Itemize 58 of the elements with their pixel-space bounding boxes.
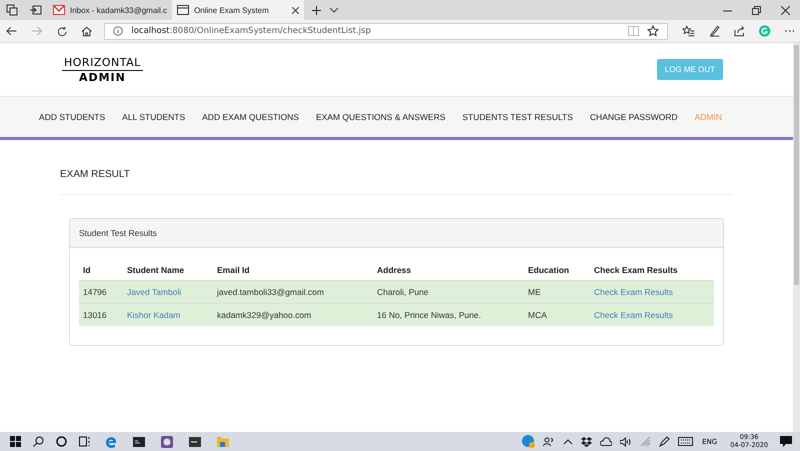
- logo-text: HORIZONTAL: [62, 56, 143, 70]
- windows-start-icon[interactable]: [10, 436, 21, 447]
- notifications-icon[interactable]: [780, 436, 792, 448]
- chevron-down-icon[interactable]: [328, 7, 339, 13]
- table-cell: kadamk329@yahoo.com: [213, 304, 373, 326]
- table-cell: 14796: [79, 280, 123, 304]
- info-icon: [113, 26, 124, 36]
- help-icon[interactable]: [522, 435, 536, 448]
- table-cell: 13016: [79, 304, 123, 326]
- close-icon[interactable]: [781, 6, 790, 14]
- pen-icon[interactable]: [659, 436, 670, 447]
- browser-tab[interactable]: Online Exam System: [172, 0, 304, 20]
- task-view-icon[interactable]: [79, 436, 91, 447]
- address-bar[interactable]: localhost:8080/OnlineExamSystem/checkStudentList.jsp: [104, 22, 668, 40]
- keyboard-icon[interactable]: [678, 437, 694, 446]
- table-cell: javed.tamboli33@gmail.com: [213, 280, 373, 304]
- scrollbar[interactable]: [793, 43, 800, 432]
- search-icon[interactable]: [33, 436, 44, 447]
- browser-tab[interactable]: Inbox - kadamk33@gmail.c: [48, 0, 172, 20]
- mail-icon: [53, 5, 65, 15]
- page-heading: EXAM RESULT: [60, 140, 733, 195]
- table-cell: ME: [524, 280, 590, 304]
- back-icon[interactable]: [6, 26, 18, 36]
- volume-icon[interactable]: [620, 436, 632, 446]
- nav-link[interactable]: EXAM QUESTIONS & ANSWERS: [316, 112, 446, 122]
- pen-icon[interactable]: [708, 25, 720, 37]
- cloud-icon[interactable]: [600, 437, 612, 446]
- edge-icon[interactable]: [105, 436, 117, 448]
- favorites-icon[interactable]: [682, 25, 695, 37]
- folder-icon[interactable]: [217, 436, 229, 447]
- new-tab-icon[interactable]: [312, 6, 321, 14]
- table-cell: 16 No, Prince Niwas, Pune.: [373, 304, 524, 326]
- table-cell: MCA: [524, 304, 590, 326]
- star-icon[interactable]: [647, 25, 660, 37]
- tab-actions-icon[interactable]: [6, 4, 18, 16]
- nav-link[interactable]: STUDENTS TEST RESULTS: [462, 112, 573, 122]
- refresh-icon[interactable]: [56, 26, 68, 36]
- nav-link[interactable]: CHANGE PASSWORD: [590, 112, 678, 122]
- people-icon[interactable]: [543, 436, 556, 447]
- terminal-icon[interactable]: [189, 436, 201, 446]
- logo[interactable]: HORIZONTAL ADMIN: [62, 56, 143, 84]
- nav-link[interactable]: ADD EXAM QUESTIONS: [202, 112, 299, 122]
- home-icon[interactable]: [81, 26, 92, 36]
- share-icon[interactable]: [734, 25, 746, 37]
- dropbox-icon[interactable]: [581, 436, 592, 446]
- app-icon[interactable]: [161, 436, 173, 448]
- panel-title: Student Test Results: [79, 228, 157, 238]
- chevron-up-icon[interactable]: [563, 438, 574, 444]
- set-aside-tabs-icon[interactable]: [30, 4, 42, 16]
- nav-link[interactable]: ALL STUDENTS: [122, 112, 186, 122]
- logo-subtitle: ADMIN: [78, 70, 126, 84]
- table-cell: Charoli, Pune: [373, 280, 524, 304]
- circle-icon[interactable]: [56, 436, 67, 447]
- nav-link[interactable]: ADD STUDENTS: [39, 112, 106, 122]
- restore-icon[interactable]: [752, 6, 761, 14]
- close-tab-icon[interactable]: [292, 6, 299, 14]
- page-icon: [177, 5, 190, 15]
- terminal-icon[interactable]: [133, 436, 145, 446]
